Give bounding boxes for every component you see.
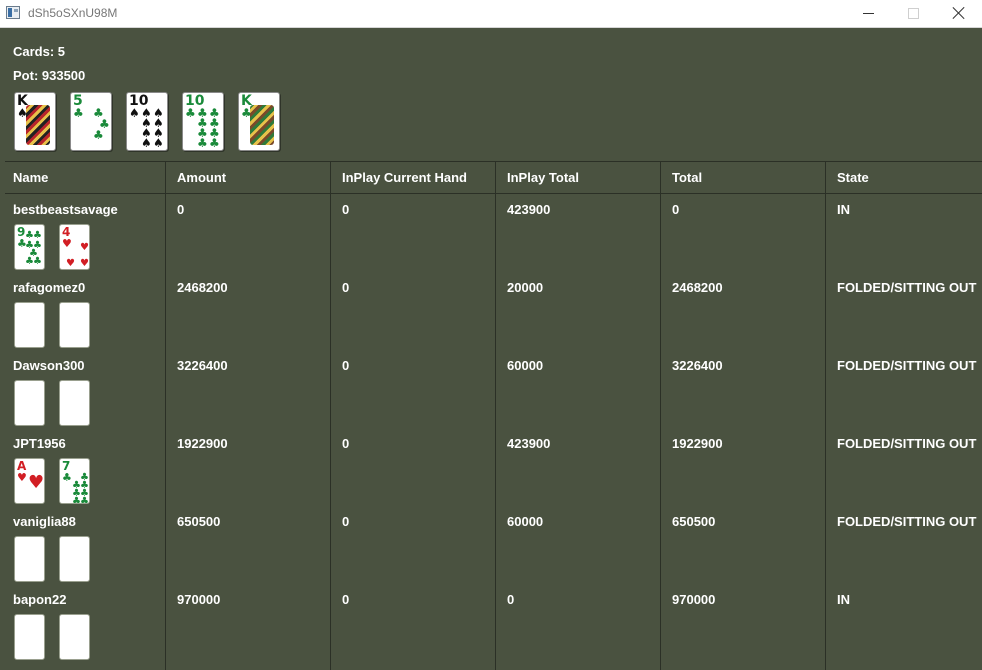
suit-pip-icon: ♣ xyxy=(197,136,208,150)
hole-card: 7 ♣ ♣ ♣ ♣ ♣ ♣ ♣ ♣ xyxy=(59,458,90,504)
player-total: 970000 xyxy=(672,592,716,607)
suit-pip-icon: ♣ xyxy=(33,256,42,267)
suit-pip-icon: ♥ xyxy=(66,258,75,269)
king-face-icon xyxy=(26,105,50,145)
player-inplay-current-hand: 0 xyxy=(342,358,350,373)
hole-card-hidden xyxy=(59,536,90,582)
player-inplay-total: 60000 xyxy=(507,358,544,373)
player-total: 3226400 xyxy=(672,358,723,373)
hole-card-hidden xyxy=(14,302,45,348)
board-card: K ♣ xyxy=(238,92,280,151)
title-bar: dSh5oSXnU98M xyxy=(0,0,982,28)
table-top-border xyxy=(5,161,982,162)
suit-pip-icon: ♣ xyxy=(99,117,110,131)
ace-center-pip-icon: ♥ xyxy=(28,472,45,493)
card-suit-icon: ♣ xyxy=(62,471,72,484)
player-amount: 1922900 xyxy=(177,436,228,451)
card-suit-icon: ♣ xyxy=(185,106,196,120)
maximize-icon xyxy=(908,8,919,19)
player-amount: 2468200 xyxy=(177,280,228,295)
player-inplay-total: 0 xyxy=(507,592,515,607)
close-icon xyxy=(952,6,966,20)
player-name[interactable]: JPT1956 xyxy=(13,436,66,451)
column-divider xyxy=(495,161,496,670)
suit-pip-icon: ♠ xyxy=(153,136,164,150)
player-inplay-total: 423900 xyxy=(507,436,551,451)
player-name[interactable]: Dawson300 xyxy=(13,358,85,373)
pot-label: Pot: 933500 xyxy=(13,68,86,83)
column-header-inplay-total[interactable]: InPlay Total xyxy=(507,170,579,185)
king-face-icon xyxy=(250,105,274,145)
column-divider xyxy=(825,161,826,670)
player-inplay-total: 423900 xyxy=(507,202,551,217)
column-header-amount[interactable]: Amount xyxy=(177,170,226,185)
player-total: 0 xyxy=(672,202,680,217)
minimize-button[interactable] xyxy=(846,0,892,28)
player-state: IN xyxy=(837,592,850,607)
hole-card-hidden xyxy=(59,614,90,660)
hole-card-hidden xyxy=(14,614,45,660)
player-name[interactable]: bapon22 xyxy=(13,592,66,607)
player-name[interactable]: bestbeastsavage xyxy=(13,202,118,217)
column-header-name[interactable]: Name xyxy=(13,170,48,185)
player-total: 2468200 xyxy=(672,280,723,295)
player-total: 650500 xyxy=(672,514,716,529)
suit-pip-icon: ♥ xyxy=(80,258,89,269)
close-button[interactable] xyxy=(936,0,982,28)
player-inplay-current-hand: 0 xyxy=(342,514,350,529)
player-state: FOLDED/SITTING OUT xyxy=(837,358,977,373)
player-inplay-current-hand: 0 xyxy=(342,202,350,217)
card-suit-icon: ♥ xyxy=(62,237,72,250)
header-bottom-border xyxy=(5,193,982,194)
suit-pip-icon: ♣ xyxy=(209,136,220,150)
player-total: 1922900 xyxy=(672,436,723,451)
player-state: FOLDED/SITTING OUT xyxy=(837,280,977,295)
board-card: 5 ♣ ♣ ♣ ♣ xyxy=(70,92,112,151)
player-state: FOLDED/SITTING OUT xyxy=(837,514,977,529)
suit-pip-icon: ♣ xyxy=(80,496,89,504)
hole-card: A ♥ ♥ xyxy=(14,458,45,504)
column-divider xyxy=(165,161,166,670)
player-inplay-current-hand: 0 xyxy=(342,280,350,295)
player-inplay-total: 60000 xyxy=(507,514,544,529)
player-name[interactable]: rafagomez0 xyxy=(13,280,85,295)
cards-count-label: Cards: 5 xyxy=(13,44,66,59)
suit-pip-icon: ♥ xyxy=(80,242,89,253)
player-amount: 0 xyxy=(177,202,185,217)
minimize-icon xyxy=(863,13,874,14)
card-suit-icon: ♣ xyxy=(73,106,84,120)
player-inplay-current-hand: 0 xyxy=(342,436,350,451)
player-inplay-current-hand: 0 xyxy=(342,592,350,607)
hole-card: 4 ♥ ♥ ♥ ♥ xyxy=(59,224,90,270)
column-header-total[interactable]: Total xyxy=(672,170,702,185)
column-divider xyxy=(330,161,331,670)
window-title: dSh5oSXnU98M xyxy=(28,6,118,20)
column-header-inplay-current-hand[interactable]: InPlay Current Hand xyxy=(342,170,467,185)
board-card: K ♠ xyxy=(14,92,56,151)
player-inplay-total: 20000 xyxy=(507,280,544,295)
card-suit-icon: ♥ xyxy=(17,471,27,484)
app-window-icon xyxy=(6,6,20,19)
hole-card-hidden xyxy=(14,380,45,426)
hole-card-hidden xyxy=(59,380,90,426)
column-divider xyxy=(660,161,661,670)
hole-card-hidden xyxy=(14,536,45,582)
column-header-state[interactable]: State xyxy=(837,170,869,185)
player-amount: 3226400 xyxy=(177,358,228,373)
board-card: 10 ♠ ♠ ♠ ♠ ♠ ♠ ♠ ♠ ♠ xyxy=(126,92,168,151)
board-card: 10 ♣ ♣ ♣ ♣ ♣ ♣ ♣ ♣ ♣ xyxy=(182,92,224,151)
suit-pip-icon: ♠ xyxy=(141,136,152,150)
player-name[interactable]: vaniglia88 xyxy=(13,514,76,529)
player-state: FOLDED/SITTING OUT xyxy=(837,436,977,451)
maximize-button[interactable] xyxy=(891,0,937,28)
player-state: IN xyxy=(837,202,850,217)
player-amount: 650500 xyxy=(177,514,221,529)
card-suit-icon: ♠ xyxy=(129,106,140,120)
hole-card: 9 ♣ ♣ ♣ ♣ ♣ ♣ ♣ ♣ xyxy=(14,224,45,270)
player-amount: 970000 xyxy=(177,592,221,607)
hole-card-hidden xyxy=(59,302,90,348)
